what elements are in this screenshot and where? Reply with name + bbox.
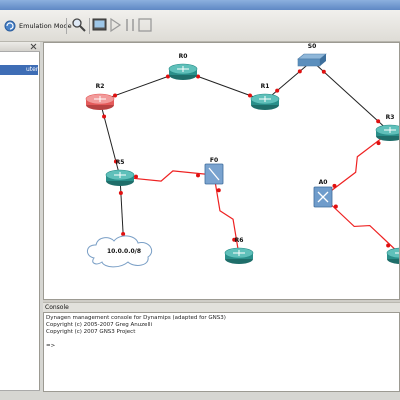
link-endpoint-dot: [118, 190, 123, 195]
node-r0[interactable]: R0: [168, 53, 198, 80]
node-c0[interactable]: 10.0.0.0/8: [87, 235, 153, 268]
node-label: R1: [261, 83, 270, 90]
console-prompt[interactable]: =>: [46, 343, 397, 350]
suspend-pause-icon[interactable]: [122, 17, 138, 33]
node-label: R6: [235, 237, 244, 244]
console-title: Console: [43, 302, 400, 312]
node-label: R0: [179, 53, 188, 60]
link-r5-f0[interactable]: [119, 170, 215, 182]
emulation-mode-button[interactable]: Emulation Mode: [4, 16, 72, 36]
node-r1[interactable]: R1: [250, 83, 280, 110]
link-endpoint-dot: [216, 188, 221, 193]
console-line: Copyright (c) 2007 GNS3 Project: [46, 329, 136, 335]
console-output[interactable]: Dynagen management console for Dynamips …: [43, 312, 400, 392]
node-label: S0: [308, 43, 317, 50]
link-a0-r7[interactable]: [322, 196, 400, 255]
link-endpoint-dot: [376, 141, 381, 146]
node-a0[interactable]: A0: [313, 179, 333, 208]
link-endpoint-dot: [321, 69, 326, 74]
topology-canvas[interactable]: R0 S0 R1 R2 R3 R5 F0 A0 R6 10.0.0.0/8: [43, 42, 400, 300]
node-label: F0: [210, 157, 218, 164]
link-endpoint-dot: [376, 119, 381, 124]
link-endpoint-dot: [113, 93, 118, 98]
node-label: R3: [386, 114, 395, 121]
node-r7[interactable]: [386, 247, 400, 264]
console-line: Copyright (c) 2005-2007 Greg Anuzelli: [46, 322, 153, 328]
zoom-search-icon[interactable]: [71, 17, 87, 33]
link-endpoint-dot: [275, 88, 280, 93]
link-endpoint-dot: [386, 243, 391, 248]
node-r6[interactable]: R6: [224, 237, 254, 264]
panel-close-icon[interactable]: [30, 43, 37, 50]
selected-node-type-item[interactable]: uter: [0, 65, 38, 75]
start-play-icon[interactable]: [107, 17, 123, 33]
panel-header: [0, 42, 40, 52]
emulation-mode-label: Emulation Mode: [19, 22, 72, 30]
emulation-mode-icon: [4, 20, 16, 32]
link-endpoint-dot: [332, 183, 337, 188]
link-endpoint-dot: [196, 173, 201, 178]
link-endpoint-dot: [333, 204, 338, 209]
node-r5[interactable]: R5: [105, 159, 135, 186]
toolbar-separator: [66, 18, 67, 34]
node-f0[interactable]: F0: [204, 157, 224, 185]
link-r3-a0[interactable]: [322, 131, 391, 198]
window-title-bar: [0, 0, 400, 10]
node-label: R5: [116, 159, 125, 166]
link-endpoint-dot: [102, 114, 107, 119]
topology-svg[interactable]: R0 S0 R1 R2 R3 R5 F0 A0 R6 10.0.0.0/8: [44, 43, 400, 300]
console-terminal-icon[interactable]: [92, 17, 108, 33]
stop-icon[interactable]: [137, 17, 153, 33]
node-types-panel: uter: [0, 42, 40, 400]
main-toolbar: Emulation Mode: [0, 10, 400, 42]
link-endpoint-dot: [133, 174, 138, 179]
link-endpoint-dot: [297, 69, 302, 74]
link-s0-r3[interactable]: [311, 60, 391, 133]
link-endpoint-dot: [247, 93, 252, 98]
node-label: 10.0.0.0/8: [107, 248, 141, 255]
node-label: R2: [96, 83, 105, 90]
status-bar: [0, 392, 400, 400]
node-r3[interactable]: R3: [375, 114, 400, 141]
node-s0[interactable]: S0: [297, 43, 327, 67]
node-r2[interactable]: R2: [85, 83, 115, 110]
toolbar-separator: [89, 18, 90, 34]
console-line: Dynagen management console for Dynamips …: [46, 315, 226, 321]
node-label: A0: [319, 179, 328, 186]
